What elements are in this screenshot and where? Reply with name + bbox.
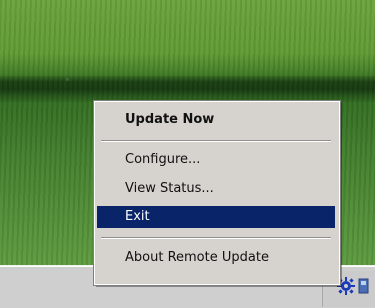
- wallpaper-horizon: [0, 76, 375, 102]
- menu-item-about[interactable]: About Remote Update: [97, 247, 335, 269]
- menu-item-configure[interactable]: Configure...: [97, 149, 335, 171]
- menu-separator: [101, 140, 331, 142]
- context-menu: Update Now Configure... View Status... E…: [93, 100, 341, 286]
- menu-item-view-status[interactable]: View Status...: [97, 178, 335, 200]
- menu-separator: [101, 237, 331, 239]
- remote-update-icon[interactable]: [358, 277, 370, 295]
- menu-item-exit[interactable]: Exit: [97, 206, 335, 228]
- menu-item-update-now[interactable]: Update Now: [97, 109, 335, 131]
